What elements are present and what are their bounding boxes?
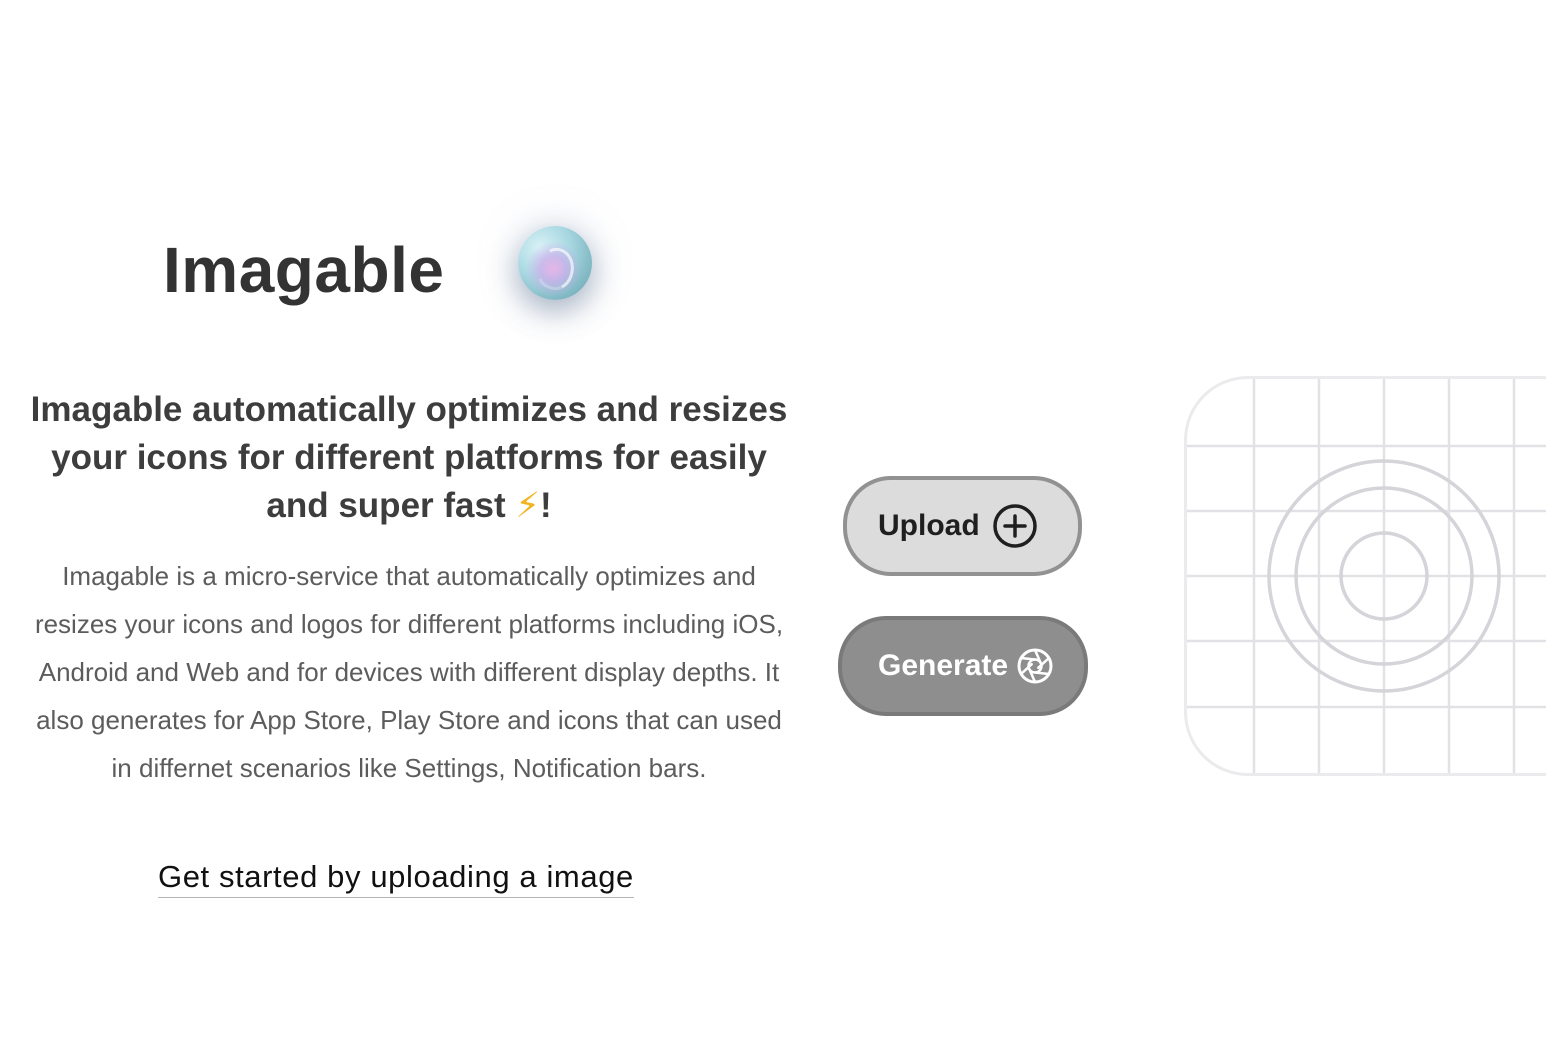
lightning-bolt-icon: ⚡ <box>515 486 540 525</box>
generate-button-label: Generate <box>878 649 1009 682</box>
generate-button[interactable]: Generate <box>838 616 1088 716</box>
headline-text: Imagable automatically optimizes and res… <box>30 390 788 525</box>
headline-end: ! <box>539 486 552 525</box>
icon-template-grid <box>1184 376 1546 776</box>
plus-circle-icon <box>992 503 1038 549</box>
orb-logo-icon <box>518 226 592 300</box>
get-started-link[interactable]: Get started by uploading a image <box>158 857 634 898</box>
aperture-icon <box>1016 647 1054 685</box>
hero-description: Imagable is a micro-service that automat… <box>34 561 784 783</box>
page: Imagable Imagable automatically optimize… <box>0 0 1546 1048</box>
hero-headline: Imagable automatically optimizes and res… <box>20 386 798 530</box>
upload-button-label: Upload <box>878 509 980 542</box>
upload-button[interactable]: Upload <box>843 476 1082 576</box>
brand-title: Imagable <box>163 234 445 306</box>
